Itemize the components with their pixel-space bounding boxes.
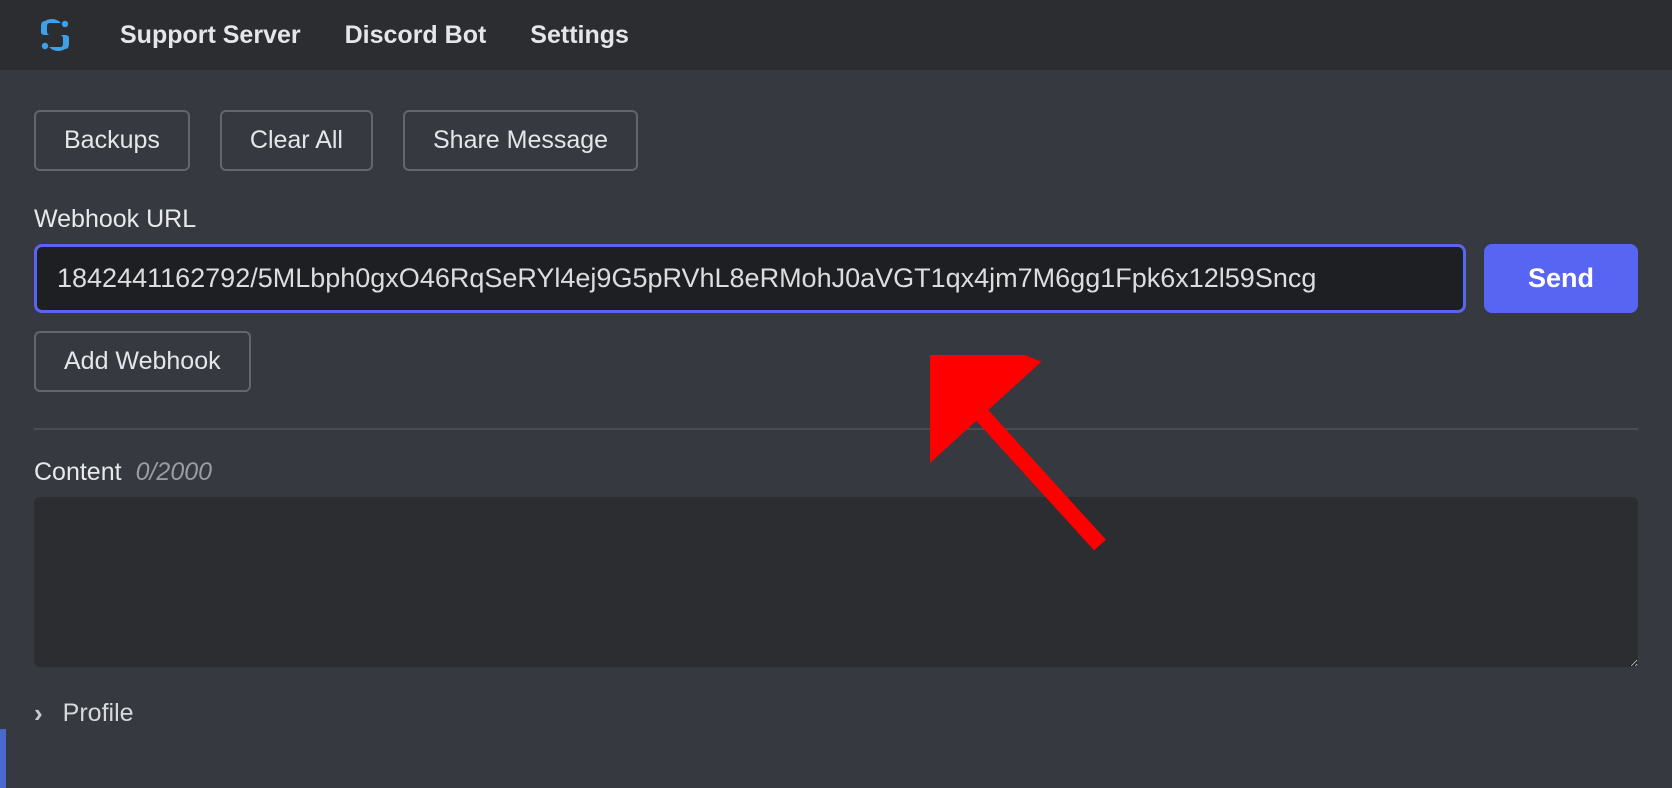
- content-label-row: Content 0/2000: [34, 458, 1638, 487]
- nav-settings[interactable]: Settings: [530, 21, 629, 50]
- share-message-button[interactable]: Share Message: [403, 110, 638, 171]
- nav-discord-bot[interactable]: Discord Bot: [345, 21, 487, 50]
- nav-support-server[interactable]: Support Server: [120, 21, 301, 50]
- clear-all-button[interactable]: Clear All: [220, 110, 373, 171]
- add-webhook-button[interactable]: Add Webhook: [34, 331, 251, 392]
- webhook-url-input[interactable]: [34, 244, 1466, 313]
- content-label: Content: [34, 458, 122, 487]
- content-textarea[interactable]: [34, 497, 1638, 667]
- content-char-count: 0/2000: [136, 458, 212, 487]
- send-button[interactable]: Send: [1484, 244, 1638, 313]
- chevron-right-icon: ›: [34, 698, 43, 729]
- top-nav-bar: Support Server Discord Bot Settings: [0, 0, 1672, 70]
- page-body: Backups Clear All Share Message Webhook …: [0, 70, 1672, 729]
- webhook-url-label: Webhook URL: [34, 205, 1638, 234]
- profile-expand-row[interactable]: › Profile: [34, 698, 1638, 729]
- action-button-row: Backups Clear All Share Message: [34, 110, 1638, 171]
- section-divider: [34, 428, 1638, 430]
- webhook-url-row: Send: [34, 244, 1638, 313]
- profile-label: Profile: [63, 699, 134, 728]
- app-logo-icon[interactable]: [34, 14, 76, 56]
- backups-button[interactable]: Backups: [34, 110, 190, 171]
